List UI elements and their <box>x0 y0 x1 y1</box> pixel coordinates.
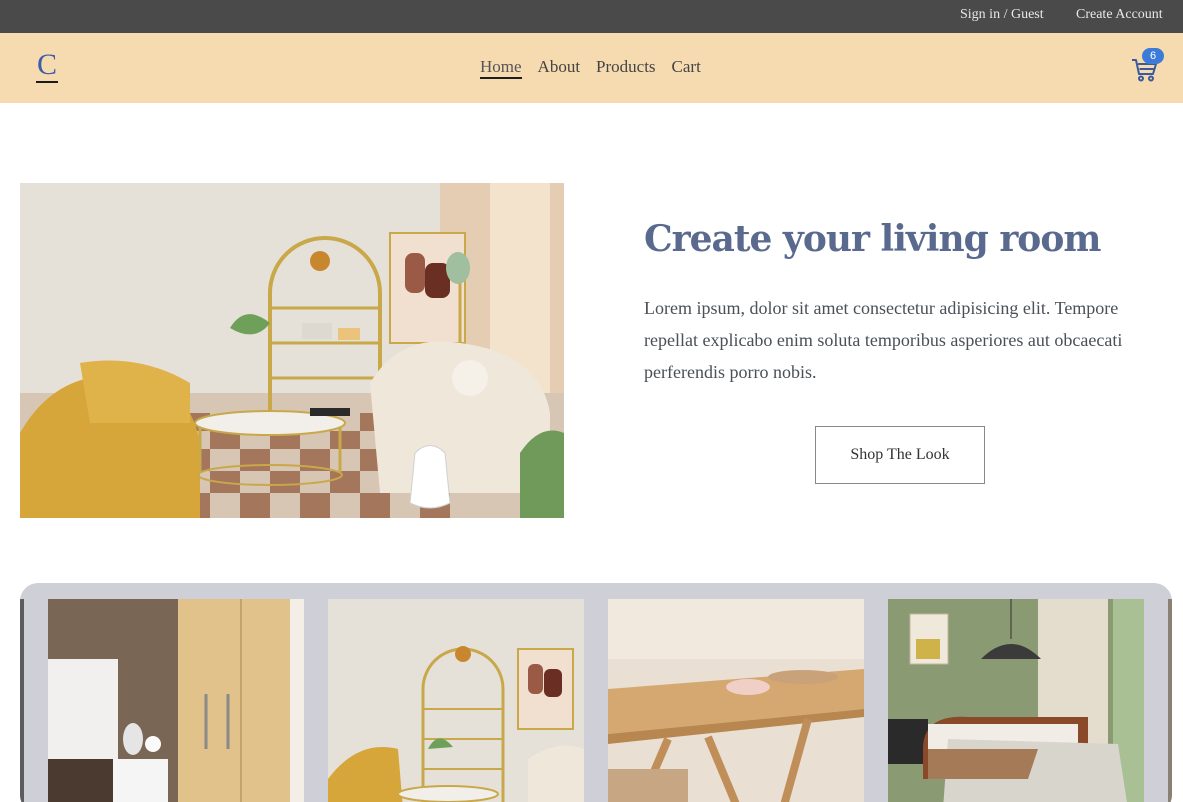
nav-link-about[interactable]: About <box>538 57 581 79</box>
hero-title: Create your living room <box>644 218 1101 260</box>
main-nav: C Home About Products Cart <box>0 33 1183 103</box>
carousel-slide-green-bedroom[interactable] <box>888 599 1144 802</box>
carousel-prev-slide-edge <box>20 599 24 802</box>
living-room-image <box>20 183 564 518</box>
top-bar: Sign in / Guest Create Account <box>0 0 1183 33</box>
create-account-link[interactable]: Create Account <box>1076 7 1163 23</box>
shop-the-look-button[interactable]: Shop The Look <box>815 426 985 484</box>
nav-link-products[interactable]: Products <box>596 57 656 79</box>
sign-in-link[interactable]: Sign in / Guest <box>960 7 1044 23</box>
product-carousel <box>20 583 1172 802</box>
nav-link-cart[interactable]: Cart <box>672 57 701 79</box>
carousel-slide-living-room[interactable] <box>328 599 584 802</box>
hero-description: Lorem ipsum, dolor sit amet consectetur … <box>644 298 1123 382</box>
logo[interactable]: C <box>36 49 59 83</box>
carousel-slide-bedroom-wardrobe[interactable] <box>48 599 304 802</box>
carousel-slide-wooden-table[interactable] <box>608 599 864 802</box>
nav-link-home[interactable]: Home <box>480 57 522 79</box>
nav-links: Home About Products Cart <box>480 57 701 79</box>
cart-count-badge: 6 <box>1142 48 1164 64</box>
carousel-next-slide-edge <box>1168 599 1172 802</box>
